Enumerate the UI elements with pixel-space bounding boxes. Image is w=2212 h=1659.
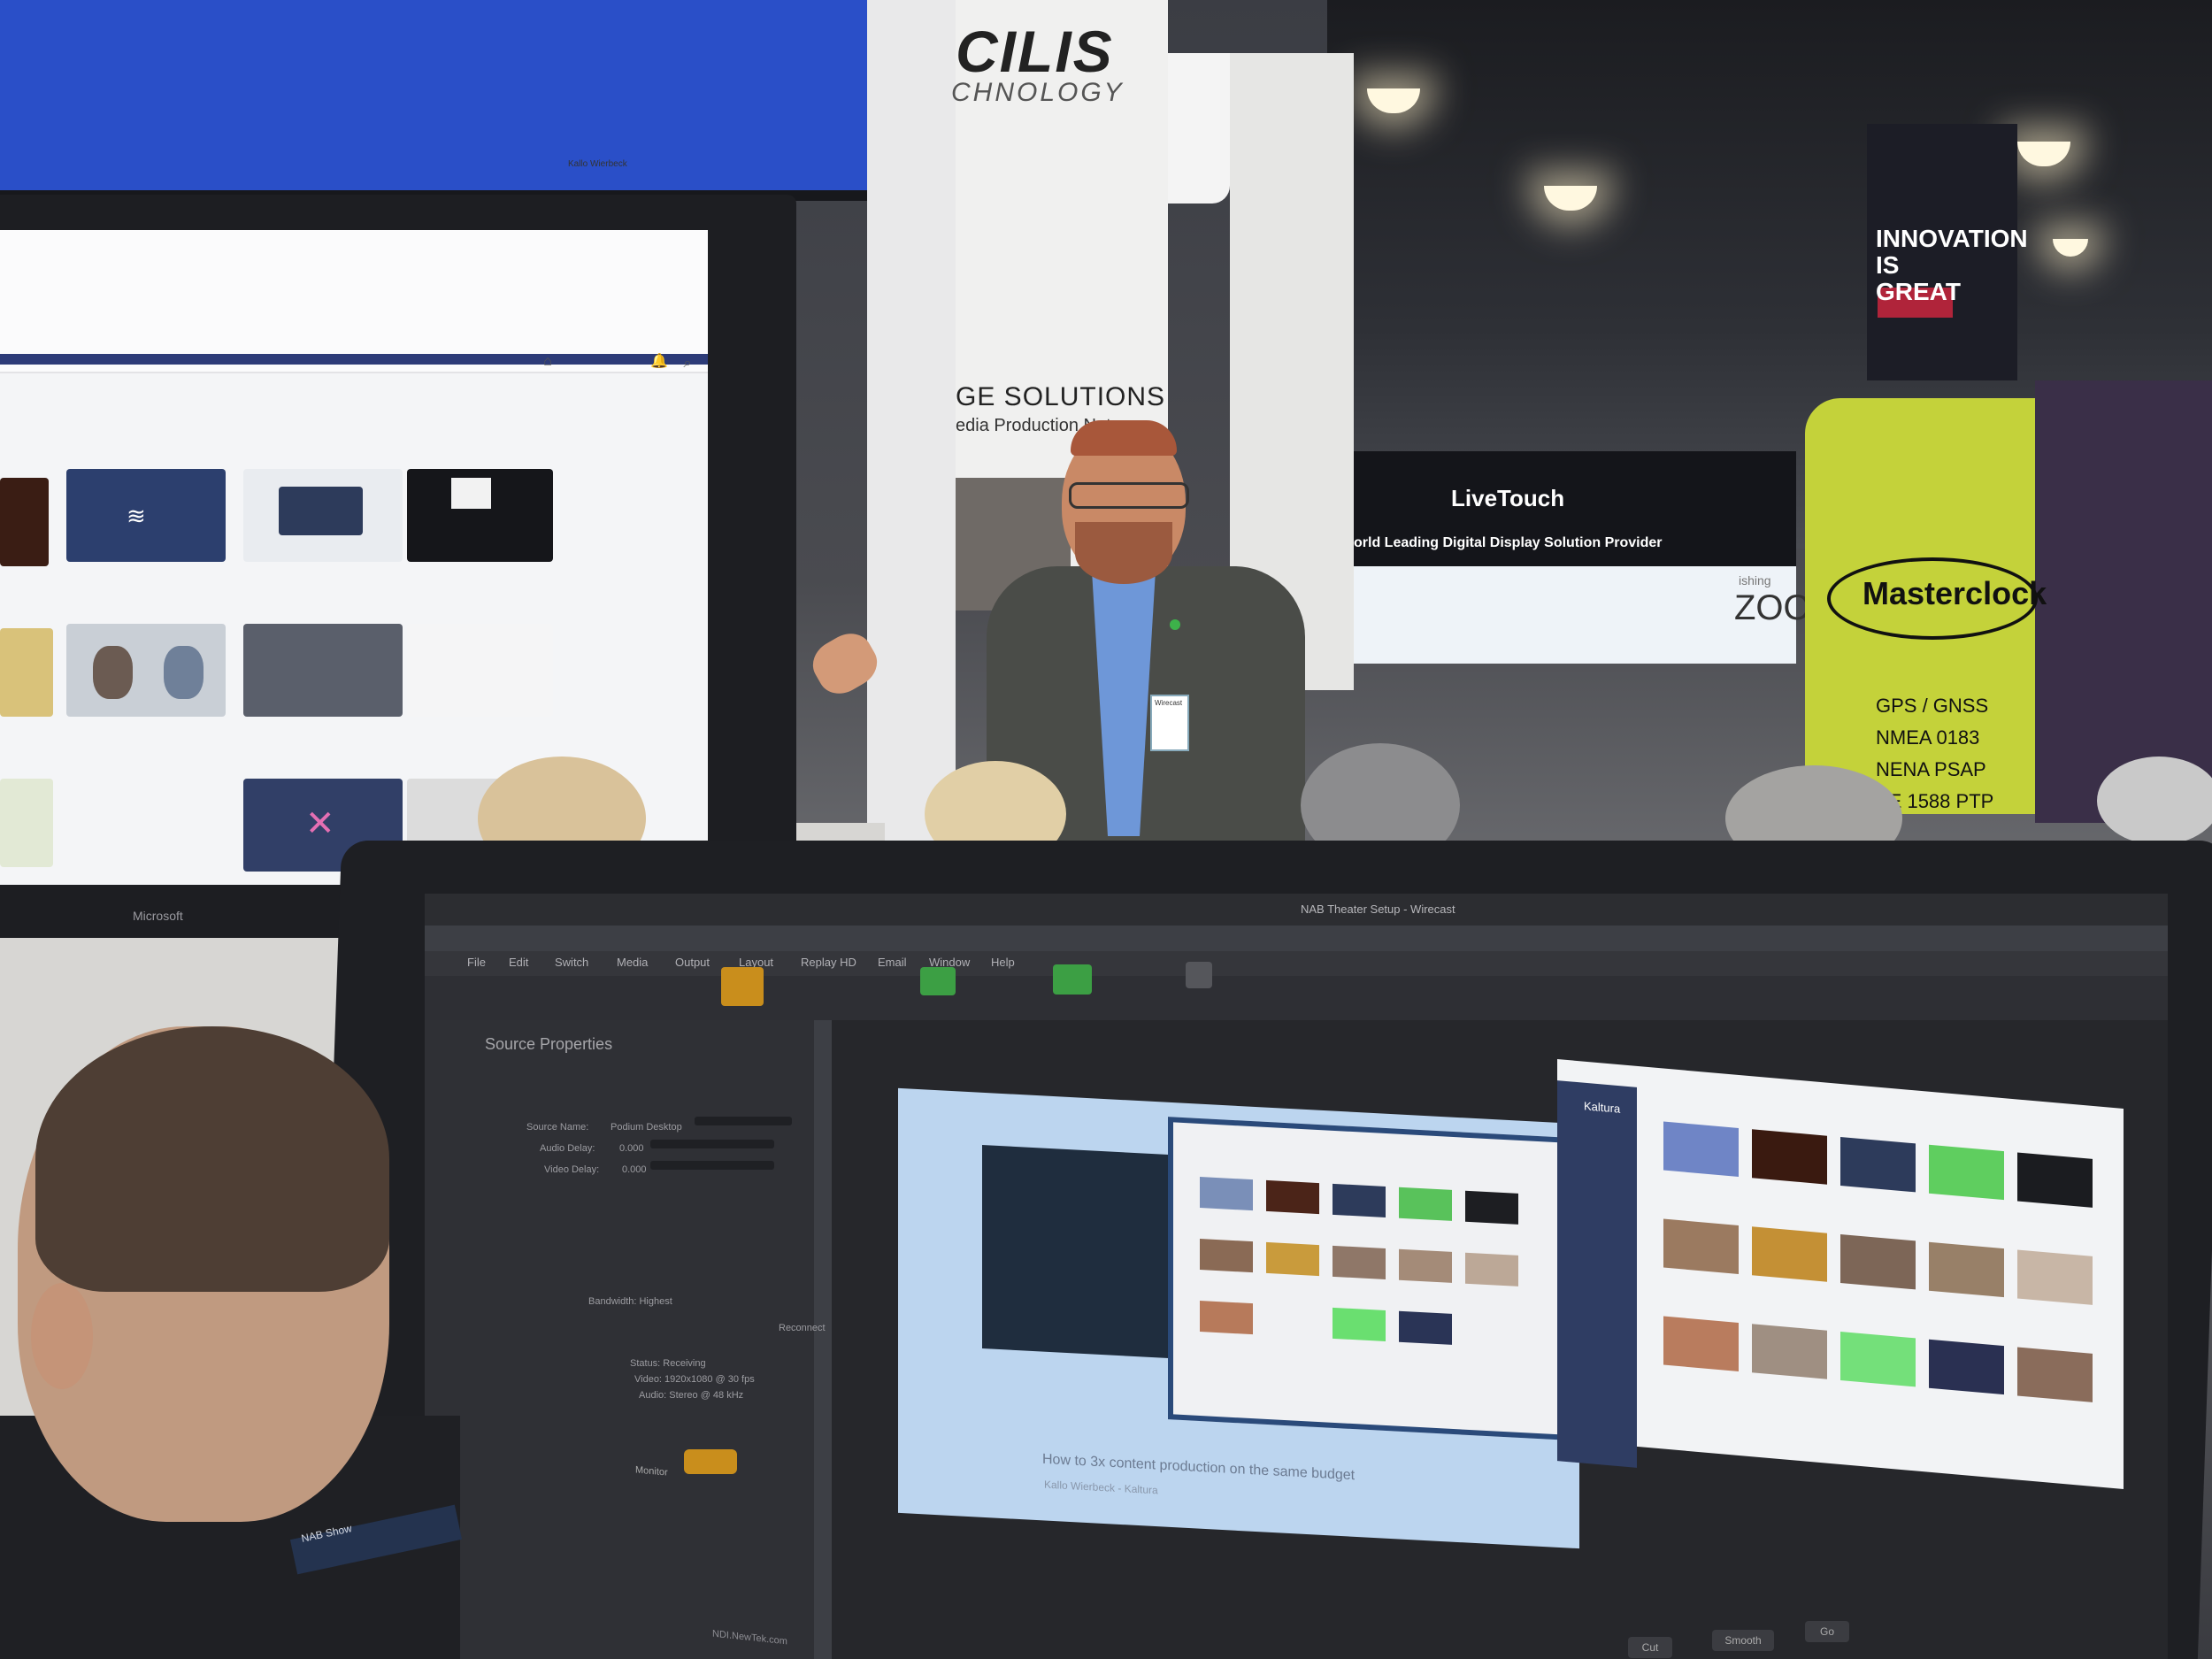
live-output-view: [1557, 1059, 2124, 1489]
zoo-logo: ZOO: [1734, 588, 1811, 627]
cut-button[interactable]: Cut: [1628, 1637, 1672, 1658]
waveform-icon: ≋: [127, 503, 146, 529]
preview-camera-feed: [982, 1144, 1186, 1360]
site-header-strip: [0, 354, 708, 365]
menu-media[interactable]: Media: [617, 956, 648, 969]
status-line: Video: 1920x1080 @ 30 fps: [634, 1374, 755, 1385]
innovation-is: IS: [1876, 251, 1900, 279]
status-line: Status: Receiving: [630, 1358, 706, 1369]
video-thumbnail[interactable]: [0, 628, 53, 717]
masterclock-spec: GPS / GNSS: [1876, 695, 1989, 717]
record-button[interactable]: [1053, 964, 1092, 995]
hanging-disc-sign: [1168, 53, 1230, 204]
video-delay-value: 0.000: [622, 1164, 647, 1175]
status-line: Audio: Stereo @ 48 kHz: [639, 1390, 744, 1401]
source-name-field[interactable]: [695, 1117, 792, 1125]
main-toolbar: [425, 976, 2168, 1020]
celis-sub-sign: CHNOLOGY: [951, 78, 1125, 107]
monitor-toggle[interactable]: [684, 1449, 737, 1474]
celis-sign: CILIS: [956, 19, 1114, 84]
video-thumbnail[interactable]: [243, 624, 403, 717]
preview-website-capture: [1168, 1117, 1603, 1442]
livetouch-logo: LiveTouch: [1451, 485, 1565, 511]
menu-email[interactable]: Email: [878, 956, 907, 969]
stream-button[interactable]: [920, 967, 956, 995]
active-tool-button[interactable]: [721, 967, 764, 1006]
video-thumbnail[interactable]: [407, 624, 553, 717]
lapel-pin: [1170, 619, 1180, 630]
window-title: NAB Theater Setup - Wirecast: [1301, 902, 1455, 916]
livetouch-display-panel: [1354, 566, 1796, 664]
innovation-great: GREAT: [1876, 278, 1961, 305]
video-thumbnail[interactable]: [0, 478, 49, 566]
kaltura-logo-icon: ✕: [305, 804, 335, 843]
home-icon[interactable]: ⌂: [540, 354, 556, 370]
video-thumbnail[interactable]: [0, 779, 53, 867]
zoo-small-text: ishing: [1739, 573, 1771, 588]
masterclock-spec: NENA PSAP: [1876, 758, 1986, 780]
edge-solutions-sign: GE SOLUTIONS: [956, 382, 1166, 411]
source-name-label: Source Name:: [526, 1122, 589, 1133]
booth-pillar: [867, 0, 956, 841]
audience-member-ear: [31, 1283, 93, 1389]
notification-bell-icon[interactable]: 🔔: [650, 354, 668, 370]
go-button[interactable]: Go: [1805, 1621, 1849, 1642]
masterclock-spec: NMEA 0183: [1876, 726, 1980, 749]
settings-button[interactable]: [1186, 962, 1212, 988]
wall-monitor: ≋ ✕: [0, 195, 796, 938]
live-sidebar: [1557, 1080, 1637, 1468]
audio-delay-label: Audio Delay:: [540, 1143, 595, 1154]
menu-output[interactable]: Output: [675, 956, 710, 969]
livetouch-tagline: orld Leading Digital Display Solution Pr…: [1354, 535, 1663, 550]
microsoft-logo: Microsoft: [133, 909, 183, 923]
video-thumbnail[interactable]: [243, 469, 403, 562]
menu-file[interactable]: File: [467, 956, 486, 969]
speaker-hair: [1071, 420, 1177, 456]
audio-delay-slider[interactable]: [650, 1140, 774, 1148]
video-delay-slider[interactable]: [650, 1161, 774, 1170]
smooth-button[interactable]: Smooth: [1712, 1630, 1774, 1651]
bandwidth-select[interactable]: Bandwidth: Highest: [588, 1296, 672, 1307]
video-thumbnail[interactable]: [66, 624, 226, 717]
speaker-beard: [1075, 522, 1172, 584]
source-properties-title: Source Properties: [485, 1035, 613, 1053]
menu-switch[interactable]: Switch: [555, 956, 588, 969]
masterclock-logo: Masterclock: [1863, 575, 2047, 611]
audience-member-hair: [35, 1026, 389, 1292]
speaker-badge-text: Wirecast: [1155, 699, 1183, 707]
wall-user-label[interactable]: Kallo Wierbeck: [568, 159, 627, 169]
innovation-banner-text: INNOVATION IS GREAT: [1876, 226, 2028, 305]
audience-head: [2097, 757, 2212, 845]
search-icon[interactable]: ⌕: [680, 356, 695, 372]
masterclock-display: [2035, 380, 2212, 823]
speaker-glasses: [1069, 482, 1189, 509]
video-thumbnail[interactable]: ≋: [66, 469, 226, 562]
menu-help[interactable]: Help: [991, 956, 1015, 969]
menu-edit[interactable]: Edit: [509, 956, 528, 969]
menu-replay-hd[interactable]: Replay HD: [801, 956, 856, 969]
overhead-blue-display: [0, 0, 867, 201]
source-name-value: Podium Desktop: [611, 1122, 682, 1133]
window-titlebar: [425, 894, 2168, 926]
reconnect-button[interactable]: Reconnect: [779, 1323, 826, 1333]
audio-delay-value: 0.000: [619, 1143, 644, 1154]
browser-toolbar: [0, 230, 708, 373]
video-delay-label: Video Delay:: [544, 1164, 600, 1175]
video-thumbnail[interactable]: [407, 469, 553, 562]
innovation-word: INNOVATION: [1876, 225, 2028, 252]
